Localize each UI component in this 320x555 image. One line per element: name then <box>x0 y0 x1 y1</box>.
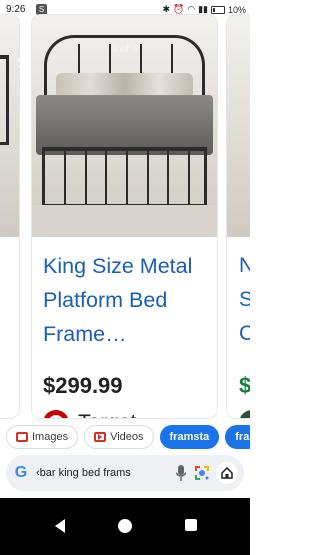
product-card-previous[interactable] <box>0 14 20 419</box>
product-card-current[interactable]: 3 of 4 King Size Metal Platform Bed Fram… <box>31 14 218 419</box>
product-title-link[interactable]: King Size Metal Platform Bed Frame… <box>43 249 211 351</box>
image-pager: 3 of 4 <box>110 43 139 55</box>
battery-percent: 10% <box>227 4 246 15</box>
product-image-previous[interactable] <box>0 15 19 237</box>
chip-label: Videos <box>110 431 144 443</box>
chip-label: framson <box>235 431 250 443</box>
chip-framson[interactable]: framson <box>225 425 250 449</box>
search-chips: Images Videos framsta framson <box>0 425 250 455</box>
video-icon <box>94 432 107 442</box>
search-bar[interactable]: G ‹bar king bed frams <box>6 455 244 491</box>
product-carousel[interactable]: 3 of 4 King Size Metal Platform Bed Fram… <box>0 14 250 419</box>
battery-icon <box>210 5 225 14</box>
store-row[interactable]: Target <box>43 410 136 418</box>
chip-label: framsta <box>169 431 210 443</box>
chip-images[interactable]: Images <box>6 425 79 449</box>
product-title-next[interactable]: N S C <box>239 249 250 351</box>
product-price-next: $ <box>239 373 250 399</box>
home-button-icon[interactable] <box>118 519 132 533</box>
system-nav-bar <box>0 498 250 555</box>
close-icon[interactable]: ✕ <box>16 54 29 74</box>
product-image[interactable]: 3 of 4 <box>32 15 217 237</box>
recents-icon[interactable] <box>185 519 197 531</box>
product-card-next[interactable]: N S C $ <box>226 14 250 419</box>
image-icon <box>16 432 28 442</box>
store-logo-next-icon <box>239 410 250 418</box>
product-image-next[interactable] <box>227 15 250 237</box>
back-icon[interactable] <box>55 519 65 533</box>
chip-framsta[interactable]: framsta <box>159 425 220 449</box>
google-logo-icon[interactable]: G <box>12 464 30 482</box>
mic-icon[interactable] <box>174 464 188 482</box>
chip-label: Images <box>32 431 69 443</box>
target-logo-icon <box>43 410 69 418</box>
store-name: Target <box>78 411 136 418</box>
search-input[interactable]: ‹bar king bed frams <box>36 467 168 479</box>
lens-icon[interactable] <box>194 465 210 481</box>
home-icon[interactable] <box>216 462 238 484</box>
product-price: $299.99 <box>43 373 123 398</box>
chip-videos[interactable]: Videos <box>84 425 154 449</box>
